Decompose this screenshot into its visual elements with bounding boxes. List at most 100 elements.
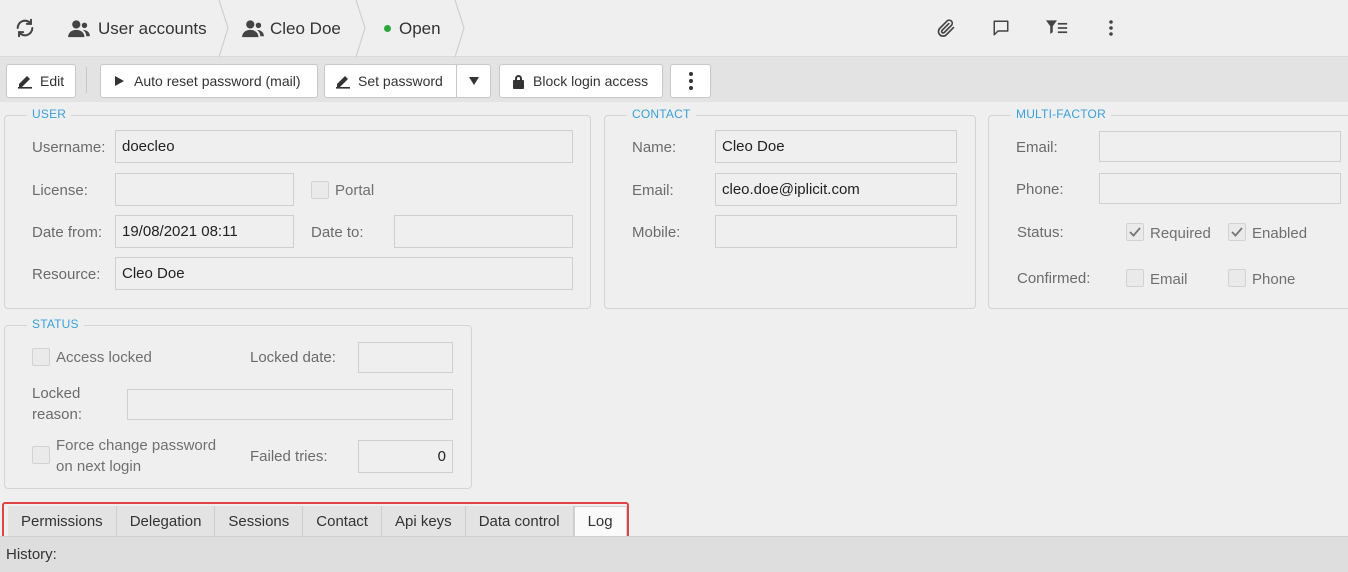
access-locked-label: Access locked <box>56 349 152 366</box>
tab-delegation[interactable]: Delegation <box>116 506 216 536</box>
contact-email-field[interactable]: cleo.doe@iplicit.com <box>715 173 957 206</box>
license-label: License: <box>32 182 88 199</box>
set-password-dropdown-button[interactable] <box>456 64 491 98</box>
breadcrumb-status: Open <box>384 0 441 57</box>
locked-reason-label-line2: reason: <box>32 406 83 423</box>
license-field[interactable] <box>115 173 294 206</box>
breadcrumb-separator <box>355 0 366 57</box>
confirmed-phone-label: Phone <box>1252 271 1296 288</box>
resource-label: Resource: <box>32 266 101 283</box>
multi-factor-panel: MULTI-FACTOR Email: Phone: Status: Requi… <box>988 107 1348 309</box>
resource-field[interactable]: Cleo Doe <box>115 257 573 290</box>
tab-permissions[interactable]: Permissions <box>8 506 117 536</box>
user-panel-title: USER <box>27 107 72 121</box>
force-change-password-checkbox[interactable] <box>32 446 50 464</box>
lock-icon <box>510 73 526 89</box>
action-toolbar: Edit Auto reset password (mail) Set pass… <box>0 57 1348 102</box>
mfa-status-label: Status: <box>1017 224 1064 241</box>
refresh-icon[interactable] <box>11 14 39 42</box>
breadcrumb-separator <box>454 0 465 57</box>
access-locked-checkbox[interactable] <box>32 348 50 366</box>
required-label: Required <box>1150 225 1211 242</box>
play-icon <box>111 73 127 89</box>
contact-panel: CONTACT Name: Cleo Doe Email: cleo.doe@i… <box>604 107 976 309</box>
confirmed-phone-checkbox[interactable] <box>1228 269 1246 287</box>
user-icon <box>242 19 264 39</box>
required-checkbox[interactable] <box>1126 223 1144 241</box>
contact-panel-title: CONTACT <box>627 107 696 121</box>
set-password-button[interactable]: Set password <box>324 64 457 98</box>
user-panel: USER Username: doecleo License: Portal D… <box>4 107 591 309</box>
comment-icon[interactable] <box>987 14 1015 42</box>
more-actions-button[interactable] <box>670 64 711 98</box>
check-icon <box>1231 227 1243 237</box>
breadcrumb-user-accounts[interactable]: User accounts <box>68 0 207 57</box>
contact-email-label: Email: <box>632 182 674 199</box>
edit-button-label: Edit <box>40 73 65 89</box>
pencil-icon <box>335 73 351 89</box>
locked-date-label: Locked date: <box>250 349 336 366</box>
username-label: Username: <box>32 139 106 156</box>
breadcrumb-separator <box>218 0 229 57</box>
caret-down-icon <box>468 77 479 85</box>
toolbar-divider <box>86 67 87 93</box>
enabled-label: Enabled <box>1252 225 1308 242</box>
portal-checkbox[interactable] <box>311 181 329 199</box>
status-panel: STATUS Access locked Locked date: Locked… <box>4 317 472 489</box>
multi-factor-panel-title: MULTI-FACTOR <box>1011 107 1111 121</box>
contact-name-label: Name: <box>632 139 677 156</box>
enabled-checkbox[interactable] <box>1228 223 1246 241</box>
date-from-field[interactable]: 19/08/2021 08:11 <box>115 215 294 248</box>
mfa-confirmed-label: Confirmed: <box>1017 270 1091 287</box>
block-login-access-button[interactable]: Block login access <box>499 64 663 98</box>
mfa-email-label: Email: <box>1016 139 1058 156</box>
top-bar: User accounts Cleo Doe Open <box>0 0 1348 57</box>
auto-reset-password-button[interactable]: Auto reset password (mail) <box>100 64 318 98</box>
tab-contact[interactable]: Contact <box>303 506 382 536</box>
block-login-access-label: Block login access <box>533 73 649 89</box>
tab-data-control[interactable]: Data control <box>465 506 574 536</box>
history-bar: History: <box>0 536 1348 572</box>
tab-log[interactable]: Log <box>573 506 627 536</box>
tab-strip: Permissions Delegation Sessions Contact … <box>8 506 627 536</box>
force-change-label-line1: Force change password <box>56 437 217 454</box>
username-field[interactable]: doecleo <box>115 130 573 163</box>
pencil-icon <box>17 73 33 89</box>
tab-sessions[interactable]: Sessions <box>215 506 304 536</box>
mfa-phone-field[interactable] <box>1099 173 1341 204</box>
mfa-phone-label: Phone: <box>1016 181 1064 198</box>
more-vertical-icon <box>688 71 694 91</box>
more-vertical-icon[interactable] <box>1097 14 1125 42</box>
breadcrumb-label: User accounts <box>98 18 207 38</box>
locked-reason-field[interactable] <box>127 389 453 420</box>
status-dot <box>384 25 391 32</box>
breadcrumb-label: Cleo Doe <box>270 18 341 38</box>
confirmed-email-checkbox[interactable] <box>1126 269 1144 287</box>
history-label: History: <box>6 546 57 563</box>
failed-tries-field[interactable]: 0 <box>358 440 453 473</box>
attachment-icon[interactable] <box>932 14 960 42</box>
confirmed-email-label: Email <box>1150 271 1188 288</box>
auto-reset-password-label: Auto reset password (mail) <box>134 73 301 89</box>
date-to-label: Date to: <box>311 224 364 241</box>
contact-mobile-field[interactable] <box>715 215 957 248</box>
date-from-label: Date from: <box>32 224 103 241</box>
locked-date-field[interactable] <box>358 342 453 373</box>
user-group-icon <box>68 19 90 39</box>
status-label: Open <box>399 18 441 38</box>
portal-label: Portal <box>335 182 375 199</box>
filter-list-icon[interactable] <box>1043 14 1071 42</box>
status-panel-title: STATUS <box>27 317 84 331</box>
locked-reason-label-line1: Locked <box>32 385 81 402</box>
mfa-email-field[interactable] <box>1099 131 1341 162</box>
breadcrumb-user[interactable]: Cleo Doe <box>242 0 341 57</box>
date-to-field[interactable] <box>394 215 573 248</box>
tab-api-keys[interactable]: Api keys <box>381 506 466 536</box>
failed-tries-label: Failed tries: <box>250 448 328 465</box>
set-password-label: Set password <box>358 73 443 89</box>
contact-mobile-label: Mobile: <box>632 224 681 241</box>
force-change-label-line2: on next login <box>56 458 142 475</box>
check-icon <box>1129 227 1141 237</box>
edit-button[interactable]: Edit <box>6 64 76 98</box>
contact-name-field[interactable]: Cleo Doe <box>715 130 957 163</box>
